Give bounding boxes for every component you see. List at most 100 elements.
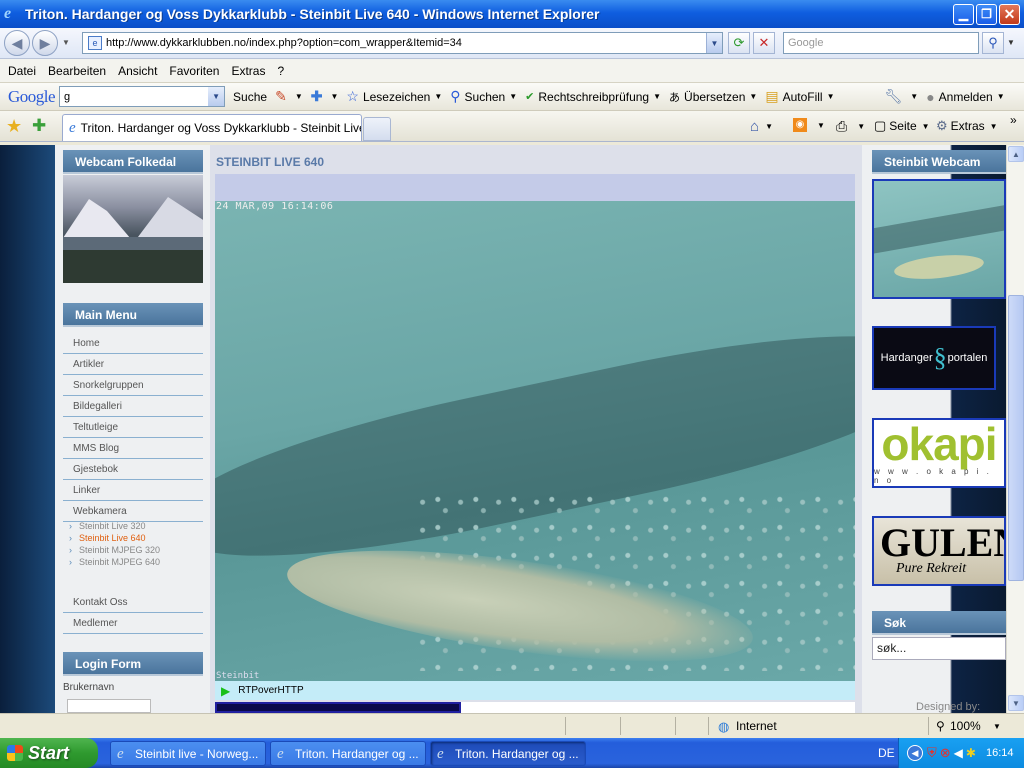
system-tray: ◀ ⛨ ⊗ ◀ ✱ 16:14: [898, 738, 1024, 768]
menu-extras[interactable]: Extras: [225, 64, 271, 78]
find-button[interactable]: ⚲ Suchen ▼: [450, 88, 517, 105]
address-bar[interactable]: e http://www.dykkarklubben.no/index.php?…: [82, 32, 723, 54]
menu-help[interactable]: ?: [271, 64, 290, 78]
star-icon: ☆: [346, 88, 359, 104]
add-favorites-icon[interactable]: ✚: [32, 116, 46, 136]
refresh-icon[interactable]: ⟳: [728, 32, 750, 54]
menu-link-artikler[interactable]: Artikler: [63, 354, 203, 375]
search-icon[interactable]: ⚲: [982, 32, 1004, 54]
spellcheck-button[interactable]: ✔ Rechtschreibprüfung ▼: [525, 90, 661, 104]
taskbar-item-steinbit-live[interactable]: e Steinbit live - Norweg...: [110, 741, 266, 766]
autofill-button[interactable]: ▤ AutoFill ▼: [765, 88, 834, 105]
maximize-button[interactable]: ❐: [976, 3, 997, 25]
gulen-banner[interactable]: GULEN Pure Rekreit: [872, 516, 1006, 586]
sub-link-steinbit-live-640[interactable]: Steinbit Live 640: [69, 533, 146, 543]
play-icon[interactable]: ▶: [221, 684, 230, 698]
minimize-button[interactable]: ▁: [953, 3, 974, 25]
zoom-level[interactable]: 100%: [950, 719, 981, 733]
history-dropdown-icon[interactable]: ▼: [62, 38, 70, 47]
start-button[interactable]: Start: [0, 738, 98, 768]
clock[interactable]: 16:14: [986, 747, 1014, 759]
menu-link-kontakt-oss[interactable]: Kontakt Oss: [63, 592, 203, 613]
scroll-up-icon[interactable]: ▲: [1008, 146, 1024, 162]
menu-bar: Datei Bearbeiten Ansicht Favoriten Extra…: [0, 59, 1024, 83]
webcam-folkedal-image[interactable]: [63, 175, 203, 283]
bookmarks-button[interactable]: ☆ Lesezeichen ▼: [346, 88, 442, 105]
okapi-logo-text: okapi: [881, 418, 997, 470]
google-search-dropdown-icon[interactable]: ▼: [208, 87, 225, 106]
settings-button[interactable]: 🔧︎ ▼: [885, 88, 919, 105]
sub-link-steinbit-mjpeg-320[interactable]: Steinbit MJPEG 320: [69, 545, 160, 555]
signin-button[interactable]: ● Anmelden ▼: [926, 89, 1004, 105]
print-button[interactable]: ⎙ ▼: [836, 118, 865, 135]
player-progress-bar[interactable]: [215, 702, 461, 713]
google-search-label: Suche: [233, 89, 268, 104]
home-button[interactable]: ⌂ ▼: [750, 118, 773, 135]
avatar-icon: ●: [926, 88, 935, 105]
close-button[interactable]: ✕: [999, 3, 1020, 25]
url-text[interactable]: http://www.dykkarklubben.no/index.php?op…: [106, 37, 706, 49]
menu-link-mms-blog[interactable]: MMS Blog: [63, 438, 203, 459]
speaker-icon[interactable]: ◀: [954, 746, 963, 760]
rss-icon: ◉: [793, 118, 807, 132]
page-menu-label: Seite: [889, 119, 917, 133]
menu-datei[interactable]: Datei: [2, 64, 42, 78]
stop-icon[interactable]: ✕: [753, 32, 775, 54]
shield-icon[interactable]: ⛨: [927, 745, 937, 761]
menu-link-medlemer[interactable]: Medlemer: [63, 613, 203, 634]
task-label: Triton. Hardanger og ...: [295, 746, 419, 761]
menu-bearbeiten[interactable]: Bearbeiten: [42, 64, 112, 78]
forward-button[interactable]: ▶: [32, 30, 58, 56]
tag-icon: ✎: [275, 88, 287, 104]
menu-ansicht[interactable]: Ansicht: [112, 64, 163, 78]
vertical-scrollbar[interactable]: ▲ ▼: [1006, 145, 1024, 713]
designed-by-text: Designed by:: [916, 701, 981, 713]
translate-button[interactable]: あ Übersetzen ▼: [669, 89, 757, 105]
favorites-star-icon[interactable]: ★: [6, 116, 22, 137]
tab-active[interactable]: e Triton. Hardanger og Voss Dykkarklubb …: [62, 114, 362, 141]
search-options-icon[interactable]: ▼: [1007, 38, 1015, 47]
menu-link-home[interactable]: Home: [63, 333, 203, 354]
antivirus-icon[interactable]: ⊗: [940, 745, 951, 761]
menu-link-gjestebok[interactable]: Gjestebok: [63, 459, 203, 480]
menu-link-teltutleige[interactable]: Teltutleige: [63, 417, 203, 438]
sub-link-steinbit-live-320[interactable]: Steinbit Live 320: [69, 521, 146, 531]
chevron-more-icon[interactable]: »: [1010, 113, 1017, 127]
webcam-live-image[interactable]: 24 MAR,09 16:14:06 Steinbit: [215, 201, 855, 681]
sub-link-steinbit-mjpeg-640[interactable]: Steinbit MJPEG 640: [69, 557, 160, 567]
scroll-thumb[interactable]: [1008, 295, 1024, 581]
steinbit-webcam-thumbnail[interactable]: [872, 179, 1006, 299]
okapi-banner[interactable]: okapi w w w . o k a p i . n o: [872, 418, 1006, 488]
page-title: STEINBIT LIVE 640: [216, 155, 325, 169]
taskbar-item-triton-1[interactable]: e Triton. Hardanger og ...: [270, 741, 426, 766]
zoom-dropdown-icon[interactable]: ▼: [993, 722, 1001, 731]
menu-link-bildegalleri[interactable]: Bildegalleri: [63, 396, 203, 417]
feeds-button[interactable]: ◉ ▼: [793, 118, 825, 132]
google-search-button[interactable]: Suche: [233, 90, 267, 104]
username-input[interactable]: [67, 699, 151, 713]
live-search-input[interactable]: Google: [783, 32, 979, 54]
search-heading: Søk: [872, 611, 1006, 635]
page-menu-button[interactable]: ▢ Seite ▼: [874, 118, 930, 134]
menu-link-webkamera[interactable]: Webkamera: [63, 501, 203, 522]
site-search-input[interactable]: søk...: [872, 637, 1006, 660]
menu-link-snorkelgruppen[interactable]: Snorkelgruppen: [63, 375, 203, 396]
language-indicator[interactable]: DE: [878, 746, 895, 760]
scroll-down-icon[interactable]: ▼: [1008, 695, 1024, 711]
google-search-value[interactable]: g: [64, 91, 70, 103]
google-add-button[interactable]: ✚ ▼: [311, 88, 339, 105]
google-logo: Google: [8, 86, 56, 106]
network-icon[interactable]: ✱: [966, 746, 976, 760]
menu-favoriten[interactable]: Favoriten: [163, 64, 225, 78]
taskbar-item-triton-2[interactable]: e Triton. Hardanger og ...: [430, 741, 586, 766]
tray-expand-icon[interactable]: ◀: [907, 745, 923, 761]
address-dropdown-icon[interactable]: ▼: [706, 33, 722, 53]
google-search-box[interactable]: g ▼: [59, 86, 226, 107]
menu-link-linker[interactable]: Linker: [63, 480, 203, 501]
gulen-logo-text: GULEN: [880, 520, 1004, 565]
back-button[interactable]: ◀: [4, 30, 30, 56]
tools-menu-button[interactable]: ⚙ Extras ▼: [936, 118, 998, 134]
new-tab-button[interactable]: [363, 117, 391, 141]
google-pagerank-button[interactable]: ✎ ▼: [275, 88, 303, 105]
hardanger-portalen-banner[interactable]: Hardanger § portalen: [872, 326, 996, 390]
